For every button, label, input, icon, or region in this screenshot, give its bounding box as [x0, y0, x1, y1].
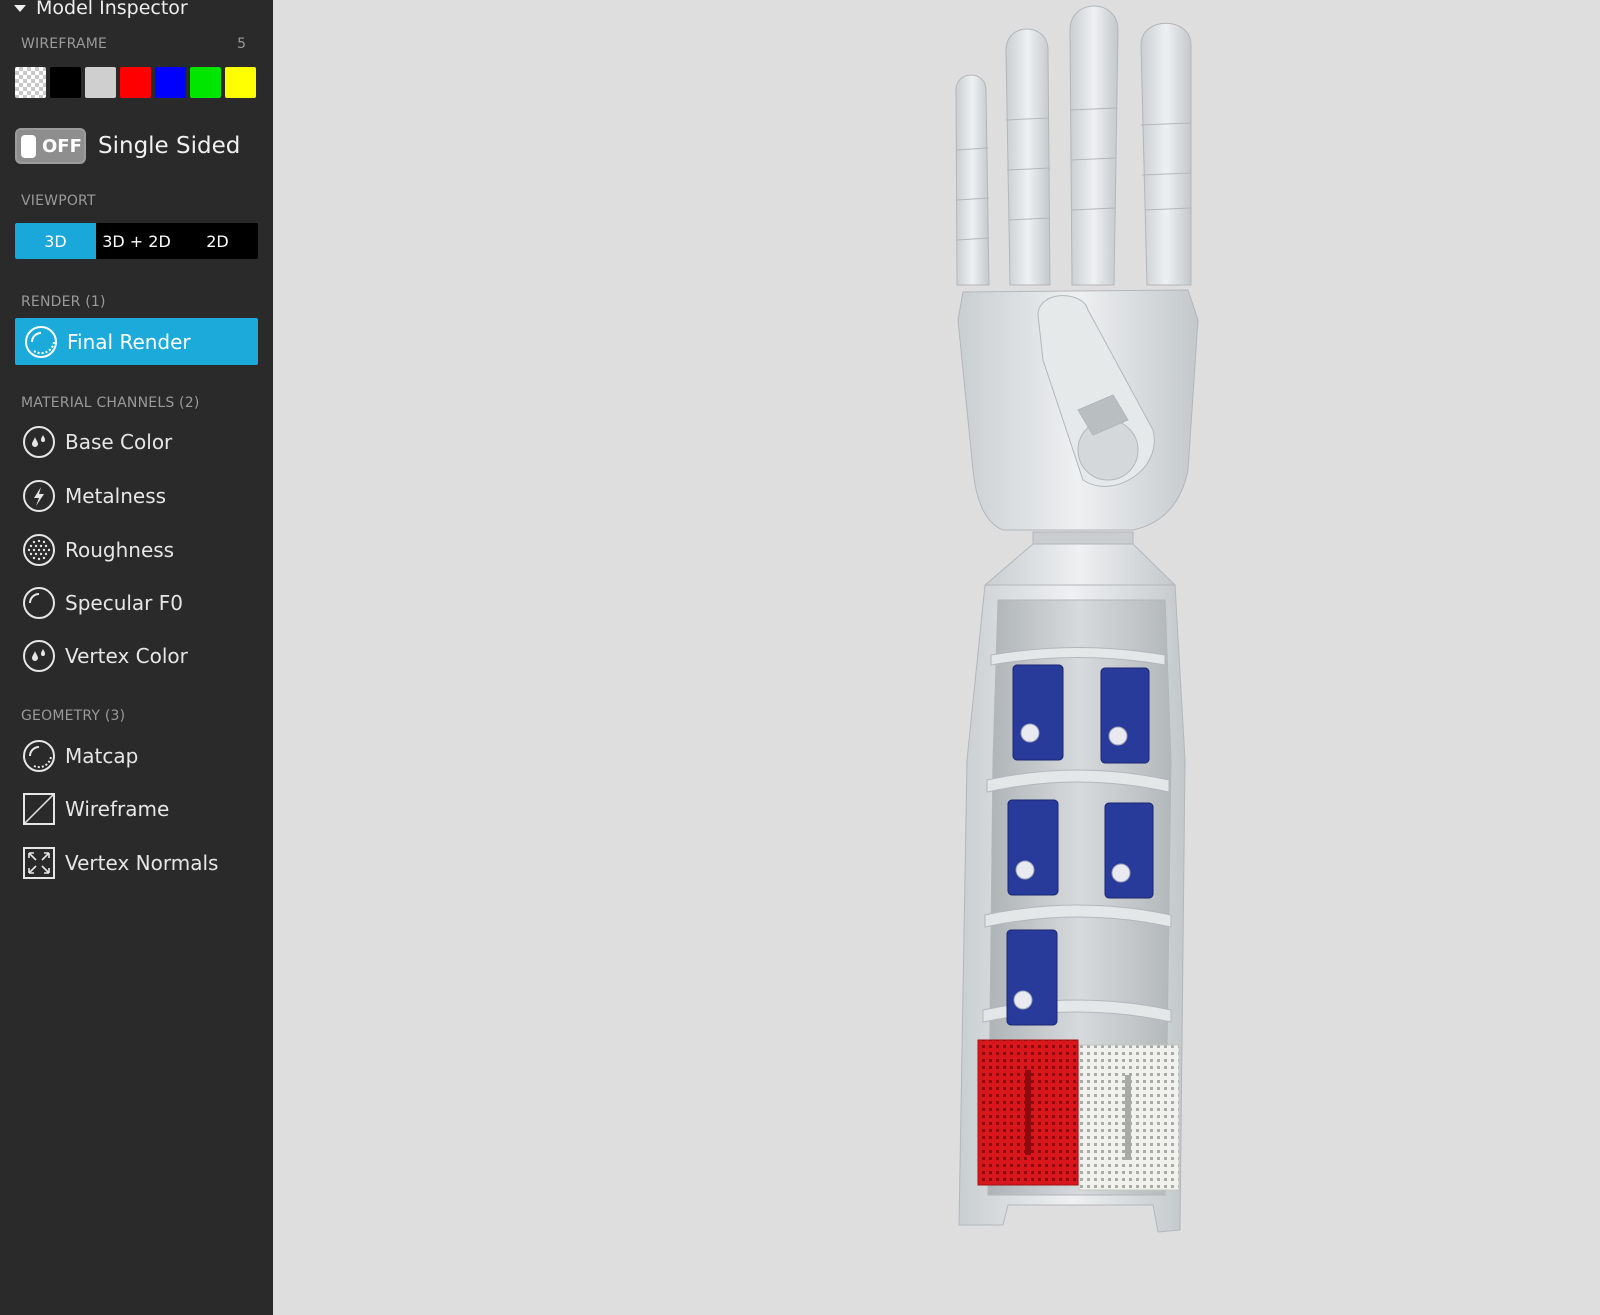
channel-label: Roughness: [65, 538, 175, 562]
viewport-2d-button[interactable]: 2D: [177, 223, 258, 259]
single-sided-row: OFF Single Sided: [15, 128, 240, 164]
swatch-transparent[interactable]: [15, 67, 46, 98]
viewport-mode-selector: 3D 3D + 2D 2D: [15, 223, 258, 259]
swatch-blue[interactable]: [155, 67, 186, 98]
swatch-yellow[interactable]: [225, 67, 256, 98]
wireframe-swatches: [15, 67, 256, 98]
matcap-sphere-icon: [23, 740, 55, 772]
geometry-matcap[interactable]: Matcap: [22, 738, 138, 774]
expand-arrows-icon: [23, 847, 55, 879]
dots-sphere-icon: [23, 534, 55, 566]
caret-down-icon[interactable]: [14, 4, 26, 12]
panel-title: Model Inspector: [36, 0, 188, 19]
wrist: [983, 531, 1177, 586]
swatch-green[interactable]: [190, 67, 221, 98]
sphere-icon: [23, 587, 55, 619]
toggle-state-text: OFF: [42, 136, 82, 157]
swatch-light-gray[interactable]: [85, 67, 116, 98]
material-channels-label: MATERIAL CHANNELS (2): [21, 395, 200, 411]
channel-label: Vertex Color: [65, 644, 188, 668]
channel-vertex-color[interactable]: Vertex Color: [22, 638, 188, 674]
swatch-red[interactable]: [120, 67, 151, 98]
finger-pinky: [955, 74, 990, 286]
render-section-label: RENDER (1): [21, 294, 106, 310]
wireframe-section-label: WIREFRAME: [21, 36, 108, 52]
geometry-vertex-normals[interactable]: Vertex Normals: [22, 845, 218, 881]
channel-label: Base Color: [65, 430, 173, 454]
final-render-label: Final Render: [67, 329, 191, 354]
wireframe-square-icon: [23, 793, 55, 825]
geometry-label: Matcap: [65, 744, 139, 768]
panel-header[interactable]: Model Inspector: [14, 0, 188, 20]
model-inspector-app: Model Inspector WIREFRAME 5 OFF Single S…: [0, 0, 1600, 1315]
single-sided-toggle[interactable]: OFF: [15, 128, 86, 164]
viewport-3d-button[interactable]: 3D: [15, 223, 96, 259]
swatch-black[interactable]: [50, 67, 81, 98]
geometry-label: Wireframe: [65, 797, 170, 821]
geometry-wireframe[interactable]: Wireframe: [22, 791, 169, 827]
3d-viewport[interactable]: [273, 0, 1600, 1315]
palm: [957, 289, 1199, 531]
viewport-section-label: VIEWPORT: [21, 193, 96, 209]
geometry-label: Vertex Normals: [65, 851, 219, 875]
channel-label: Metalness: [65, 484, 167, 508]
viewport-3d-2d-button[interactable]: 3D + 2D: [96, 223, 177, 259]
toggle-knob: [21, 135, 36, 158]
channel-roughness[interactable]: Roughness: [22, 532, 174, 568]
robotic-arm-model: [955, 5, 1199, 1233]
geometry-section-label: GEOMETRY (3): [21, 708, 126, 724]
render-sphere-icon: [25, 325, 57, 358]
channel-base-color[interactable]: Base Color: [22, 424, 172, 460]
finger-middle: [1069, 5, 1119, 286]
droplet-icon: [23, 426, 55, 458]
single-sided-label: Single Sided: [98, 133, 241, 159]
breadboards: [977, 1039, 1180, 1191]
channel-specular-f0[interactable]: Specular F0: [22, 585, 183, 621]
wireframe-count: 5: [237, 36, 246, 52]
lightning-icon: [23, 480, 55, 512]
finger-index: [1140, 22, 1192, 286]
inspector-sidebar: Model Inspector WIREFRAME 5 OFF Single S…: [0, 0, 273, 1315]
channel-label: Specular F0: [65, 591, 183, 615]
finger-ring: [1005, 28, 1051, 286]
final-render-button[interactable]: Final Render: [15, 318, 258, 365]
channel-metalness[interactable]: Metalness: [22, 478, 166, 514]
droplet-icon: [23, 640, 55, 672]
